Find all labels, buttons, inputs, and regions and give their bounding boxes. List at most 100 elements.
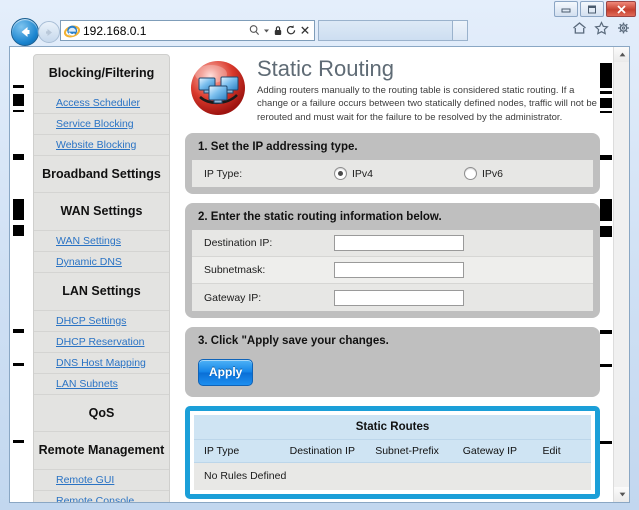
edge-mark: [600, 364, 612, 367]
ip-type-label: IP Type:: [204, 167, 243, 180]
sidebar-item-dynamic-dns[interactable]: Dynamic DNS: [34, 252, 169, 273]
edge-mark: [13, 199, 24, 220]
step1-panel: 1. Set the IP addressing type. IP Type: …: [185, 133, 600, 195]
scroll-down-button[interactable]: [614, 487, 629, 502]
column-header-edit: Edit: [542, 445, 561, 458]
step3-title: 3. Click "Apply save your changes.: [198, 335, 389, 348]
sidebar-item-remote-console[interactable]: Remote Console: [34, 491, 169, 502]
forward-button[interactable]: [38, 21, 60, 43]
subnetmask-label: Subnetmask:: [204, 264, 266, 277]
subnetmask-input[interactable]: [334, 262, 464, 279]
sidebar-section-label: QoS: [88, 405, 115, 420]
sidebar-item-label[interactable]: Dynamic DNS: [56, 256, 122, 268]
gateway-ip-label: Gateway IP:: [204, 291, 262, 304]
main-content: Static Routing Adding routers manually t…: [185, 54, 600, 500]
sidebar-item-label[interactable]: Service Blocking: [56, 118, 134, 130]
sidebar-item-label[interactable]: WAN Settings: [56, 235, 121, 247]
sidebar-item-label[interactable]: Remote GUI: [56, 474, 114, 486]
sidebar-navigation: Blocking/Filtering Access Scheduler Servic…: [33, 54, 170, 502]
gateway-ip-row: Gateway IP:: [192, 284, 593, 311]
browser-window: 192.168.0.1 Blocking/Filtering Access Sc…: [0, 0, 639, 510]
ipv6-label: IPv6: [482, 167, 504, 180]
title-bar: [0, 0, 639, 17]
back-button[interactable]: [11, 18, 39, 46]
sidebar-item-label[interactable]: Website Blocking: [56, 139, 136, 151]
sidebar-section-blocking-filtering[interactable]: Blocking/Filtering: [34, 55, 169, 93]
apply-button[interactable]: Apply: [198, 359, 254, 387]
close-button[interactable]: [606, 1, 636, 17]
sidebar-item-label[interactable]: DHCP Settings: [56, 315, 126, 327]
url-text[interactable]: 192.168.0.1: [83, 24, 249, 38]
sidebar-section-broadband-settings[interactable]: Broadband Settings: [34, 156, 169, 194]
destination-ip-input[interactable]: [334, 235, 464, 252]
sidebar-item-label[interactable]: DNS Host Mapping: [56, 357, 146, 369]
scroll-up-button[interactable]: [614, 47, 629, 62]
sidebar-section-label: Broadband Settings: [42, 166, 161, 181]
sidebar-item-label[interactable]: Remote Console: [56, 495, 134, 502]
lock-icon[interactable]: [273, 24, 283, 37]
home-icon[interactable]: [572, 21, 587, 35]
ipv4-radio-option[interactable]: IPv4: [334, 167, 464, 181]
address-bar-icons: [249, 24, 314, 37]
static-routes-table: Static Routes IP Type Destination IP Sub…: [185, 406, 600, 500]
sidebar-item-label[interactable]: Access Scheduler: [56, 97, 140, 109]
search-input[interactable]: [318, 20, 468, 41]
sidebar-item-website-blocking[interactable]: Website Blocking: [34, 135, 169, 156]
chevron-down-icon[interactable]: [263, 24, 270, 37]
ipv6-radio-option[interactable]: IPv6: [464, 167, 504, 181]
search-resize-grip[interactable]: [452, 21, 467, 40]
static-routes-empty-message: No Rules Defined: [194, 463, 591, 491]
maximize-button[interactable]: [580, 1, 604, 17]
column-header-destination-ip: Destination IP: [289, 445, 355, 458]
sidebar-item-label[interactable]: LAN Subnets: [56, 378, 118, 390]
sidebar-item-label[interactable]: DHCP Reservation: [56, 336, 145, 348]
edge-mark: [13, 94, 24, 106]
tools-gear-icon[interactable]: [616, 21, 631, 35]
edge-mark: [13, 329, 24, 333]
sidebar-item-service-blocking[interactable]: Service Blocking: [34, 114, 169, 135]
sidebar-item-dhcp-settings[interactable]: DHCP Settings: [34, 311, 169, 332]
sidebar-section-label: LAN Settings: [62, 283, 141, 298]
address-bar[interactable]: 192.168.0.1: [60, 20, 315, 41]
step1-title: 1. Set the IP addressing type.: [198, 141, 358, 154]
minimize-button[interactable]: [554, 1, 578, 17]
search-icon[interactable]: [249, 24, 260, 37]
browser-toolbar: 192.168.0.1: [0, 16, 639, 46]
step1-rows: IP Type: IPv4 IPv6: [192, 160, 593, 188]
ip-type-row: IP Type: IPv4 IPv6: [192, 160, 593, 187]
stop-icon[interactable]: [300, 24, 310, 37]
sidebar-section-wan-settings[interactable]: WAN Settings: [34, 193, 169, 231]
page-viewport: Blocking/Filtering Access Scheduler Servic…: [9, 46, 630, 503]
sidebar-item-access-scheduler[interactable]: Access Scheduler: [34, 93, 169, 114]
sidebar-item-dns-host-mapping[interactable]: DNS Host Mapping: [34, 353, 169, 374]
sidebar-section-label: Remote Management: [38, 443, 165, 458]
sidebar-item-wan-settings[interactable]: WAN Settings: [34, 231, 169, 252]
sidebar-section-lan-settings[interactable]: LAN Settings: [34, 273, 169, 311]
edge-mark: [13, 154, 24, 160]
step2-panel: 2. Enter the static routing information …: [185, 203, 600, 319]
router-admin-page: Blocking/Filtering Access Scheduler Servic…: [10, 47, 614, 502]
destination-ip-label: Destination IP:: [204, 237, 273, 250]
toolbar-tools: [572, 21, 631, 35]
sidebar-item-remote-gui[interactable]: Remote GUI: [34, 470, 169, 491]
sidebar-section-qos[interactable]: QoS: [34, 395, 169, 433]
subnetmask-row: Subnetmask:: [192, 257, 593, 285]
edge-mark: [600, 98, 612, 108]
refresh-icon[interactable]: [286, 24, 297, 37]
favorites-star-icon[interactable]: [594, 21, 609, 35]
step2-title: 2. Enter the static routing information …: [198, 211, 442, 224]
sidebar-item-lan-subnets[interactable]: LAN Subnets: [34, 374, 169, 395]
ipv6-radio[interactable]: [464, 167, 477, 181]
ie-logo-icon: [63, 23, 81, 39]
edge-mark: [13, 363, 24, 366]
gateway-ip-input[interactable]: [334, 289, 464, 306]
sidebar-section-remote-management[interactable]: Remote Management: [34, 432, 169, 470]
column-header-subnet-prefix: Subnet-Prefix: [375, 445, 439, 458]
vertical-scrollbar[interactable]: [613, 47, 629, 502]
column-header-gateway-ip: Gateway IP: [462, 445, 518, 458]
network-computers-icon: [187, 57, 249, 119]
column-header-ip-type: IP Type: [204, 445, 240, 458]
sidebar-item-dhcp-reservation[interactable]: DHCP Reservation: [34, 332, 169, 353]
static-routes-title: Static Routes: [194, 415, 591, 441]
ipv4-radio[interactable]: [334, 167, 347, 181]
